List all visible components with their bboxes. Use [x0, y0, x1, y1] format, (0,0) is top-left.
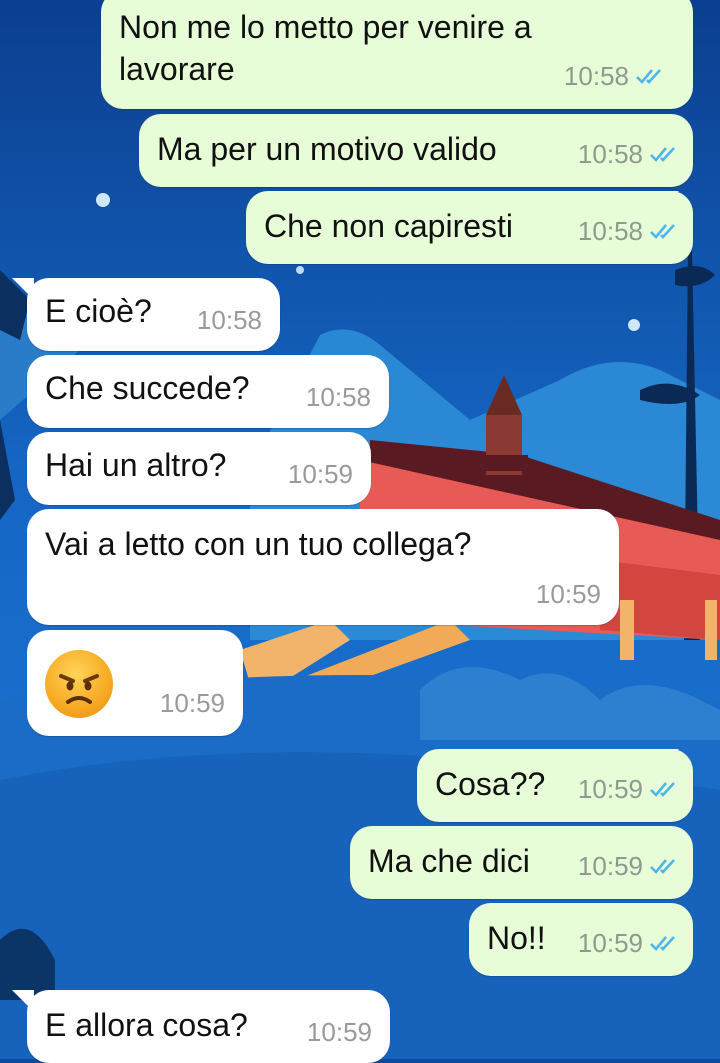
incoming-message[interactable]: Vai a letto con un tuo collega? 10:59	[27, 509, 619, 625]
message-text: Che succede?	[45, 370, 250, 406]
outgoing-message[interactable]: No!! 10:59	[469, 903, 693, 976]
message-meta: 10:59	[288, 453, 353, 495]
outgoing-message[interactable]: Ma che dici 10:59	[350, 826, 693, 899]
message-meta: 10:59	[578, 845, 679, 887]
message-text: E cioè?	[45, 293, 152, 329]
message-time: 10:58	[563, 61, 629, 91]
double-check-icon	[650, 859, 675, 874]
message-time: 10:59	[535, 579, 601, 609]
message-time: 10:58	[305, 382, 371, 412]
message-time: 10:59	[287, 459, 353, 489]
incoming-message[interactable]: E allora cosa? 10:59	[27, 990, 390, 1063]
message-time: 10:59	[577, 928, 643, 958]
double-check-icon	[650, 224, 675, 239]
message-time: 10:58	[196, 305, 262, 335]
message-meta: 10:58	[578, 133, 679, 175]
message-time: 10:59	[577, 851, 643, 881]
message-text: Hai un altro?	[45, 447, 227, 483]
message-text: Ma che dici	[368, 843, 530, 879]
incoming-message[interactable]: Hai un altro? 10:59	[27, 432, 371, 505]
double-check-icon	[650, 936, 675, 951]
message-text: Ma per un motivo valido	[157, 131, 497, 167]
message-text: Non me lo metto per venire a lavorare	[119, 9, 532, 87]
double-check-icon	[650, 147, 675, 162]
incoming-message[interactable]: E cioè? 10:58	[27, 278, 280, 351]
message-meta: 10:58	[578, 210, 679, 252]
angry-face-icon	[45, 650, 113, 718]
message-text: No!!	[487, 920, 546, 956]
incoming-message[interactable]: Che succede? 10:58	[27, 355, 389, 428]
message-meta: 10:59	[536, 573, 601, 615]
message-meta: 10:58	[306, 376, 371, 418]
message-meta: 10:59	[578, 922, 679, 964]
outgoing-message[interactable]: Non me lo metto per venire a lavorare 10…	[101, 0, 693, 109]
message-text: E allora cosa?	[45, 1007, 248, 1043]
message-meta: 10:58	[197, 299, 262, 341]
outgoing-message[interactable]: Ma per un motivo valido 10:58	[139, 114, 693, 187]
message-time: 10:58	[577, 216, 643, 246]
message-meta: 10:58	[564, 55, 665, 97]
message-time: 10:59	[306, 1017, 372, 1047]
incoming-emoji-message[interactable]: 10:59	[27, 630, 243, 736]
message-meta: 10:59	[307, 1011, 372, 1053]
message-meta: 10:59	[578, 768, 679, 810]
message-meta: 10:59	[160, 682, 225, 724]
message-time: 10:59	[577, 774, 643, 804]
outgoing-message[interactable]: Cosa?? 10:59	[417, 749, 693, 822]
double-check-icon	[636, 69, 661, 84]
message-text: Vai a letto con un tuo collega?	[45, 526, 472, 562]
message-time: 10:59	[159, 688, 225, 718]
message-text: Cosa??	[435, 766, 546, 802]
double-check-icon	[650, 782, 675, 797]
message-text: Che non capiresti	[264, 208, 514, 244]
outgoing-message[interactable]: Che non capiresti 10:58	[246, 191, 693, 264]
message-time: 10:58	[577, 139, 643, 169]
